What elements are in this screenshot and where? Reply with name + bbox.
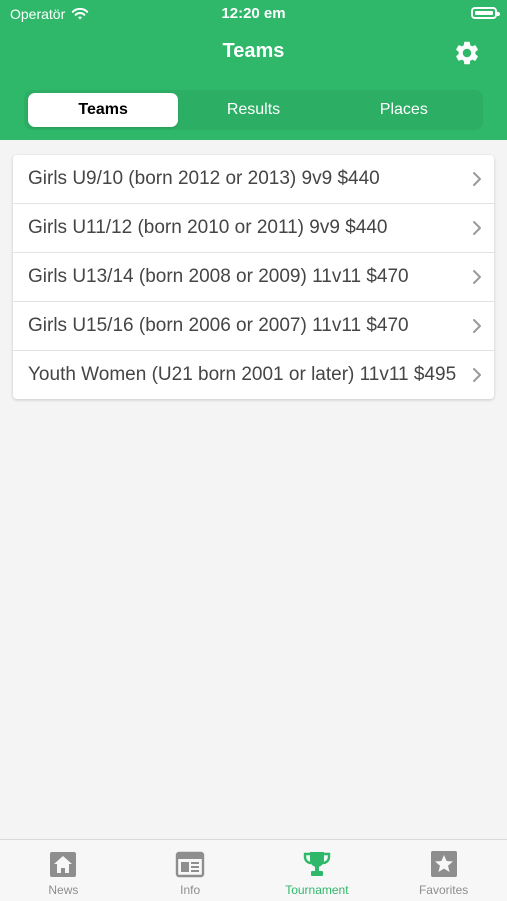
team-label: Girls U15/16 (born 2006 or 2007) 11v11 $… — [28, 315, 409, 336]
chevron-right-icon — [473, 368, 481, 382]
team-row-u15-16[interactable]: Girls U15/16 (born 2006 or 2007) 11v11 $… — [13, 302, 494, 351]
tab-tournament[interactable]: Tournament — [254, 840, 381, 901]
team-row-u11-12[interactable]: Girls U11/12 (born 2010 or 2011) 9v9 $44… — [13, 204, 494, 253]
house-icon — [50, 852, 77, 877]
chevron-right-icon — [473, 270, 481, 284]
team-label: Girls U11/12 (born 2010 or 2011) 9v9 $44… — [28, 217, 388, 238]
segment-teams[interactable]: Teams — [28, 93, 179, 127]
tab-favorites-label: Favorites — [418, 883, 469, 897]
tab-tournament-label: Tournament — [285, 883, 349, 897]
team-label: Girls U13/14 (born 2008 or 2009) 11v11 $… — [28, 266, 409, 287]
status-bar: Operatör 12:20 em — [0, 0, 507, 28]
chevron-right-icon — [473, 319, 481, 333]
tab-favorites[interactable]: Favorites — [380, 840, 507, 901]
team-row-u9-10[interactable]: Girls U9/10 (born 2012 or 2013) 9v9 $440 — [13, 155, 494, 204]
tab-info-label: Info — [180, 883, 201, 897]
trophy-icon — [303, 852, 331, 876]
header: Operatör 12:20 em Teams Teams Results Pl… — [0, 0, 507, 140]
page-title: Teams — [222, 40, 285, 62]
chevron-right-icon — [473, 221, 481, 235]
segment-results[interactable]: Results — [178, 93, 328, 127]
star-icon — [430, 851, 457, 877]
newspaper-icon — [175, 851, 205, 878]
tab-bar: News Info Tournament Favorites — [0, 839, 507, 901]
tab-news[interactable]: News — [0, 840, 127, 901]
team-row-youth-women[interactable]: Youth Women (U21 born 2001 or later) 11v… — [13, 351, 494, 399]
chevron-right-icon — [473, 172, 481, 186]
battery-icon — [471, 7, 500, 19]
segmented-control: Teams Results Places — [24, 90, 483, 130]
segment-places[interactable]: Places — [329, 93, 479, 127]
tab-info[interactable]: Info — [127, 840, 254, 901]
gear-icon — [456, 41, 478, 65]
team-label: Girls U9/10 (born 2012 or 2013) 9v9 $440 — [28, 168, 380, 189]
teams-list: Girls U9/10 (born 2012 or 2013) 9v9 $440… — [13, 155, 494, 399]
team-label: Youth Women (U21 born 2001 or later) 11v… — [28, 364, 457, 385]
settings-button[interactable] — [451, 37, 483, 69]
team-row-u13-14[interactable]: Girls U13/14 (born 2008 or 2009) 11v11 $… — [13, 253, 494, 302]
tab-news-label: News — [48, 883, 79, 897]
status-time: 12:20 em — [221, 5, 286, 22]
